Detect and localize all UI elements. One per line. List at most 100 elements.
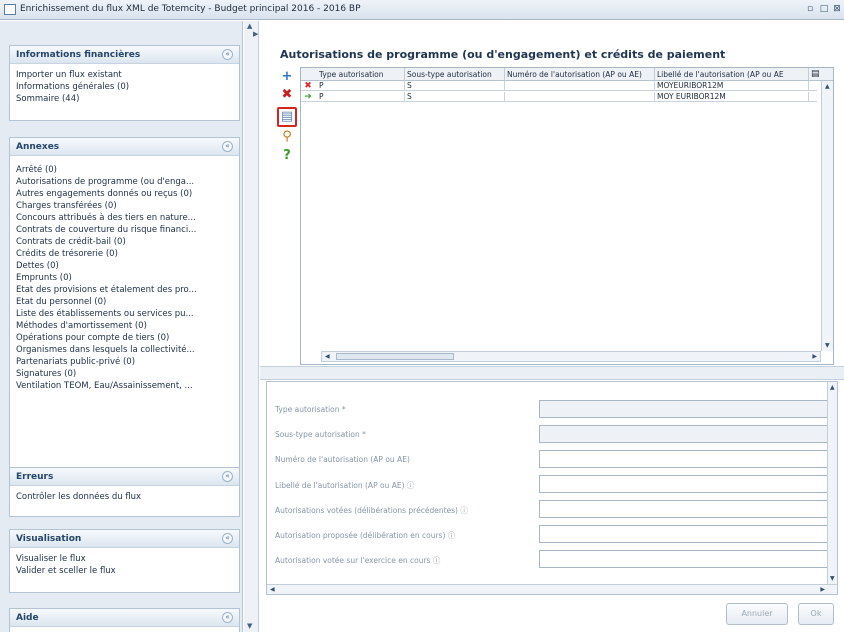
detail-form: Type autorisation * Sous-type autorisati… xyxy=(266,381,838,595)
column-header-sous-type[interactable]: Sous-type autorisation xyxy=(405,68,505,81)
panel-header[interactable]: Informations financières « xyxy=(10,46,239,64)
form-vertical-scrollbar[interactable]: ▲ ▼ xyxy=(827,382,837,594)
sidebar-item-annexe[interactable]: Contrats de couverture du risque financi… xyxy=(16,224,233,236)
sidebar-item-controler-donnees[interactable]: Contrôler les données du flux xyxy=(16,491,233,503)
sidebar-item-visualiser-flux[interactable]: Visualiser le flux xyxy=(16,553,233,565)
sidebar-item-annexe[interactable]: Opérations pour compte de tiers (0) xyxy=(16,332,233,344)
autorisation-votee-exercice-field[interactable] xyxy=(539,550,829,568)
type-autorisation-field[interactable] xyxy=(539,400,829,418)
libelle-autorisation-field[interactable] xyxy=(539,475,829,493)
table-row[interactable]: ➜ P S MOY EURIBOR12M xyxy=(301,92,817,102)
panel-title: Informations financières xyxy=(16,50,141,60)
sidebar-item-annexe[interactable]: Concours attribués à des tiers en nature… xyxy=(16,212,233,224)
sidebar-item-valider-sceller[interactable]: Valider et sceller le flux xyxy=(16,565,233,577)
table-cell[interactable] xyxy=(505,81,655,91)
sidebar-item-annexe[interactable]: Autorisations de programme (ou d'enga... xyxy=(16,176,233,188)
field-label: Autorisation votée sur l'exercice en cou… xyxy=(275,556,441,565)
table-horizontal-scrollbar[interactable]: ◀ ▶ xyxy=(321,351,821,362)
table-header: Type autorisation Sous-type autorisation… xyxy=(301,68,833,81)
sidebar-item-annexe[interactable]: Autres engagements donnés ou reçus (0) xyxy=(16,188,233,200)
table-cell[interactable]: MOY EURIBOR12M xyxy=(655,92,809,102)
help-icon[interactable]: ? xyxy=(279,148,295,164)
panel-title: Annexes xyxy=(16,142,60,152)
sidebar-item-annexe[interactable]: Emprunts (0) xyxy=(16,272,233,284)
scroll-up-arrow-icon[interactable]: ▲ xyxy=(825,83,830,90)
panel-header[interactable]: Visualisation « xyxy=(10,530,239,548)
splitter-right-arrow-icon[interactable]: ▶ xyxy=(253,30,258,38)
window-title-bar: Enrichissement du flux XML de Totemcity … xyxy=(0,0,844,20)
scroll-thumb[interactable] xyxy=(336,353,454,360)
panel-header[interactable]: Annexes « xyxy=(10,138,239,156)
collapse-icon[interactable]: « xyxy=(222,533,233,544)
sidebar-item-annexe[interactable]: Crédits de trésorerie (0) xyxy=(16,248,233,260)
restore-window-icon[interactable]: ▫ xyxy=(804,3,816,15)
search-icon[interactable]: ⚲ xyxy=(279,129,295,145)
table-cell[interactable]: MOYEURIBOR12M xyxy=(655,81,809,91)
splitter-up-arrow-icon[interactable]: ▲ xyxy=(247,22,252,30)
scroll-right-arrow-icon[interactable]: ▶ xyxy=(812,353,817,360)
numero-autorisation-field[interactable] xyxy=(539,450,829,468)
sidebar-item-annexe[interactable]: Signatures (0) xyxy=(16,368,233,380)
close-window-icon[interactable]: ⊠ xyxy=(831,3,843,15)
scroll-right-arrow-icon[interactable]: ▶ xyxy=(820,586,825,593)
autorisations-votees-field[interactable] xyxy=(539,500,829,518)
maximize-window-icon[interactable]: □ xyxy=(818,3,830,15)
scroll-left-arrow-icon[interactable]: ◀ xyxy=(270,586,275,593)
main-content: Autorisations de programme (ou d'engagem… xyxy=(260,21,844,632)
horizontal-splitter[interactable] xyxy=(260,366,844,380)
sidebar-item-annexe[interactable]: Etat des provisions et étalement des pro… xyxy=(16,284,233,296)
add-row-icon[interactable]: + xyxy=(279,69,295,85)
scroll-left-arrow-icon[interactable]: ◀ xyxy=(325,353,330,360)
collapse-icon[interactable]: « xyxy=(222,141,233,152)
scroll-up-arrow-icon[interactable]: ▲ xyxy=(830,384,835,391)
sous-type-autorisation-field[interactable] xyxy=(539,425,829,443)
column-header-type[interactable]: Type autorisation xyxy=(317,68,405,81)
form-horizontal-scrollbar[interactable]: ◀ ▶ xyxy=(267,584,837,594)
sidebar-item-importer-flux[interactable]: Importer un flux existant xyxy=(16,69,233,81)
sidebar-item-annexe[interactable]: Etat du personnel (0) xyxy=(16,296,233,308)
field-label: Type autorisation * xyxy=(275,405,346,414)
vertical-splitter[interactable]: ▲ ▶ ▼ xyxy=(244,21,259,632)
sidebar-item-annexe[interactable]: Charges transférées (0) xyxy=(16,200,233,212)
sidebar-item-annexe[interactable]: Liste des établissements ou services pu.… xyxy=(16,308,233,320)
scroll-down-arrow-icon[interactable]: ▼ xyxy=(830,575,835,582)
sidebar-item-annexe[interactable]: Arrêté (0) xyxy=(16,164,233,176)
panel-informations-financieres: Informations financières « Importer un f… xyxy=(9,45,240,121)
sidebar-item-annexe[interactable]: Dettes (0) xyxy=(16,260,233,272)
collapse-icon[interactable]: « xyxy=(222,471,233,482)
column-chooser-icon[interactable]: ▤ xyxy=(809,68,821,81)
table-cell[interactable]: S xyxy=(405,92,505,102)
sidebar-item-informations-generales[interactable]: Informations générales (0) xyxy=(16,81,233,93)
sidebar-item-annexe[interactable]: Contrats de crédit-bail (0) xyxy=(16,236,233,248)
collapse-icon[interactable]: « xyxy=(222,612,233,623)
table-cell[interactable] xyxy=(505,92,655,102)
form-row-libelle: Libellé de l'autorisation (AP ou AE) ⓘ xyxy=(267,475,829,497)
cancel-button[interactable]: Annuler xyxy=(726,603,788,625)
table-cell[interactable]: P xyxy=(317,92,405,102)
column-header-libelle[interactable]: Libellé de l'autorisation (AP ou AE xyxy=(655,68,809,81)
panel-header[interactable]: Aide « xyxy=(10,609,239,627)
sidebar-item-annexe[interactable]: Ventilation TEOM, Eau/Assainissement, ..… xyxy=(16,380,233,392)
column-header-numero[interactable]: Numéro de l'autorisation (AP ou AE) xyxy=(505,68,655,81)
collapse-icon[interactable]: « xyxy=(222,49,233,60)
save-icon[interactable]: ▤ xyxy=(277,107,297,127)
table-cell[interactable]: S xyxy=(405,81,505,91)
ok-button[interactable]: Ok xyxy=(798,603,834,625)
sidebar-item-annexe[interactable]: Organismes dans lesquels la collectivité… xyxy=(16,344,233,356)
table-cell[interactable]: P xyxy=(317,81,405,91)
table-row[interactable]: ✖ P S MOYEURIBOR12M xyxy=(301,81,817,91)
splitter-down-arrow-icon[interactable]: ▼ xyxy=(247,622,252,630)
sidebar-item-annexe[interactable]: Partenariats public-privé (0) xyxy=(16,356,233,368)
delete-row-icon[interactable]: ✖ xyxy=(279,87,295,103)
field-label: Autorisation proposée (délibération en c… xyxy=(275,531,456,540)
scroll-down-arrow-icon[interactable]: ▼ xyxy=(825,342,830,349)
sidebar-item-annexe[interactable]: Méthodes d'amortissement (0) xyxy=(16,320,233,332)
sidebar-item-sommaire[interactable]: Sommaire (44) xyxy=(16,93,233,105)
table-vertical-scrollbar[interactable]: ▲ ▼ xyxy=(821,81,833,351)
form-row-type-autorisation: Type autorisation * xyxy=(267,400,829,422)
panel-header[interactable]: Erreurs « xyxy=(10,468,239,486)
autorisation-proposee-field[interactable] xyxy=(539,525,829,543)
form-row-autorisation-votee-exercice: Autorisation votée sur l'exercice en cou… xyxy=(267,550,829,572)
window-app-icon xyxy=(4,4,16,15)
panel-title: Erreurs xyxy=(16,472,54,482)
